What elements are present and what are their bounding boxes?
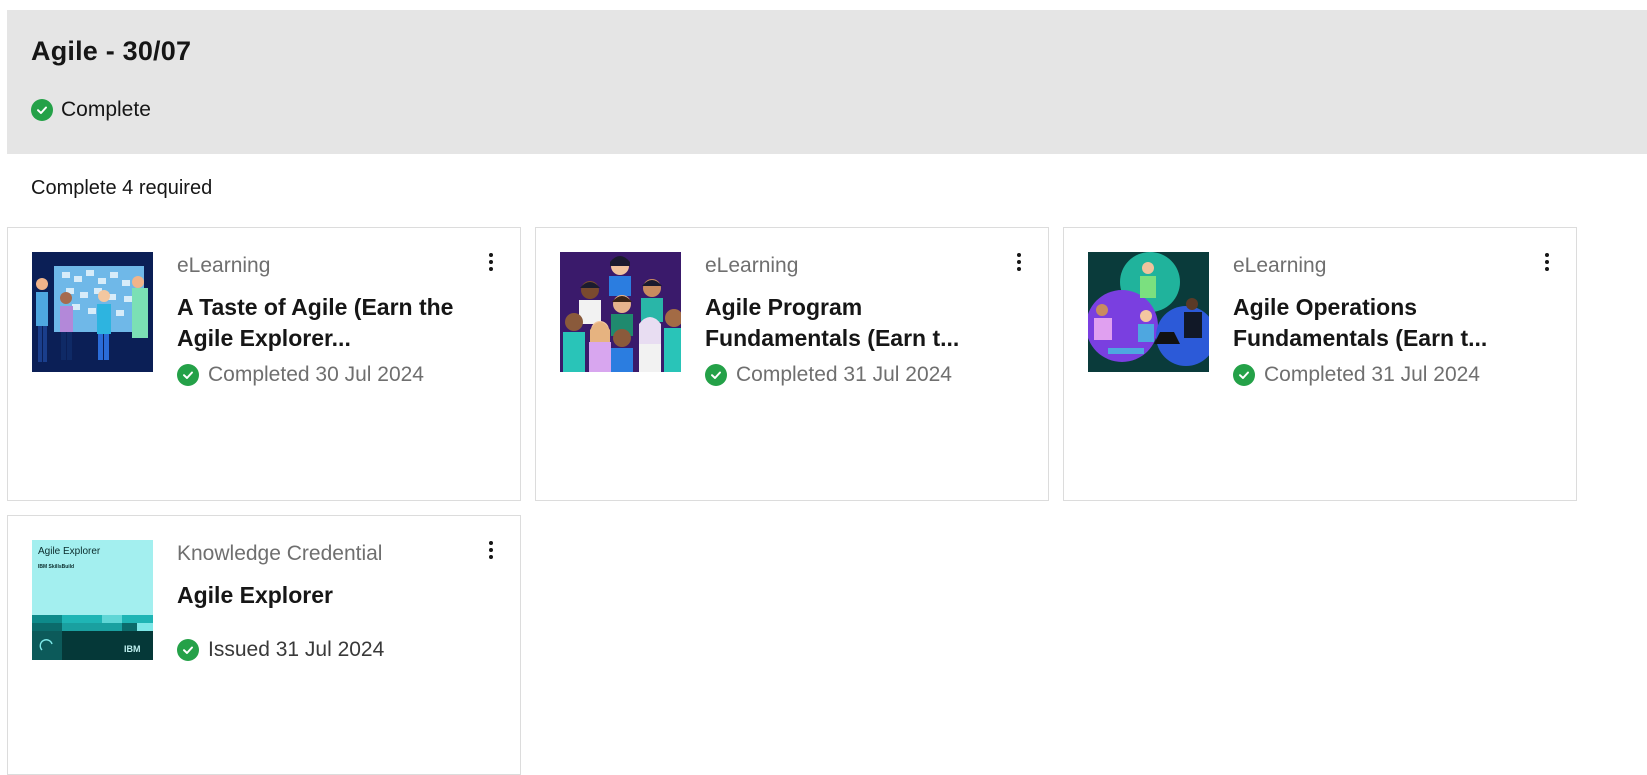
learning-card[interactable]: eLearning A Taste of Agile (Earn the Agi… (7, 227, 521, 501)
completion-status: Completed 30 Jul 2024 (177, 363, 424, 387)
credential-title[interactable]: Agile Explorer (177, 580, 467, 611)
course-thumbnail (560, 252, 681, 372)
checkmark-icon (31, 99, 53, 121)
overflow-menu-icon[interactable] (1010, 250, 1028, 274)
completion-status-label: Completed 30 Jul 2024 (208, 363, 424, 386)
completion-status-label: Completed 31 Jul 2024 (1264, 363, 1480, 386)
issued-status: Issued 31 Jul 2024 (177, 638, 384, 662)
badge-subtitle: IBM SkillsBuild (38, 564, 74, 570)
checkmark-icon (705, 364, 727, 386)
overflow-menu-icon[interactable] (482, 538, 500, 562)
completion-status-label: Completed 31 Jul 2024 (736, 363, 952, 386)
checkmark-icon (177, 364, 199, 386)
overflow-menu-icon[interactable] (482, 250, 500, 274)
content-type: eLearning (705, 254, 799, 277)
checkmark-icon (1233, 364, 1255, 386)
course-title[interactable]: A Taste of Agile (Earn the Agile Explore… (177, 292, 467, 354)
credential-badge-thumbnail: Agile Explorer IBM SkillsBuild IBM (32, 540, 153, 660)
course-thumbnail (1088, 252, 1209, 372)
checkmark-icon (177, 639, 199, 661)
completion-status: Completed 31 Jul 2024 (705, 363, 952, 387)
badge-title: Agile Explorer (38, 546, 101, 557)
activity-title: Agile - 30/07 (31, 36, 192, 66)
activity-header: Agile - 30/07 Complete (7, 10, 1647, 154)
content-type: eLearning (1233, 254, 1327, 277)
requirement-text: Complete 4 required (31, 177, 213, 199)
course-thumbnail (32, 252, 153, 372)
learning-card[interactable]: eLearning Agile Operations Fundamentals … (1063, 227, 1577, 501)
issued-status-label: Issued 31 Jul 2024 (208, 638, 385, 661)
activity-status: Complete (31, 98, 151, 122)
activity-status-label: Complete (61, 98, 151, 121)
content-type: Knowledge Credential (177, 542, 383, 565)
course-title[interactable]: Agile Program Fundamentals (Earn t... (705, 292, 995, 354)
credential-card[interactable]: Agile Explorer IBM SkillsBuild IBM Knowl… (7, 515, 521, 775)
content-type: eLearning (177, 254, 271, 277)
ibm-logo: IBM (124, 644, 141, 654)
completion-status: Completed 31 Jul 2024 (1233, 363, 1480, 387)
overflow-menu-icon[interactable] (1538, 250, 1556, 274)
course-title[interactable]: Agile Operations Fundamentals (Earn t... (1233, 292, 1523, 354)
learning-card[interactable]: eLearning Agile Program Fundamentals (Ea… (535, 227, 1049, 501)
